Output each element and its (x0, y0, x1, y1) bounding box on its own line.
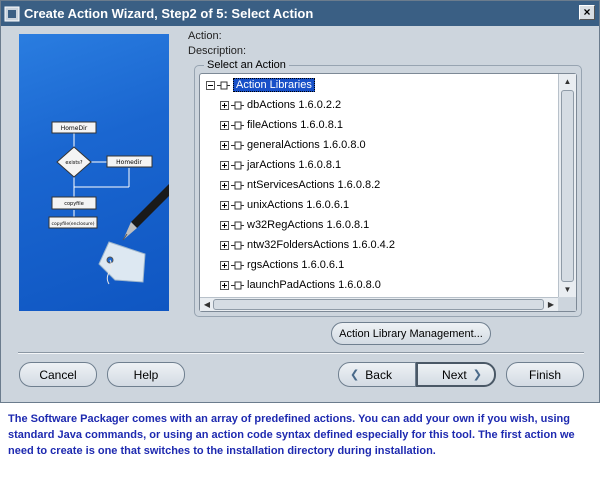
node-icon (231, 141, 244, 149)
expander-icon[interactable] (220, 100, 229, 110)
description-label: Description: (188, 45, 247, 57)
vertical-scroll-thumb[interactable] (561, 90, 574, 282)
flowchart-illustration: HomeDir exists? Homedir copyfile copyfil… (48, 121, 169, 285)
finish-button[interactable]: Finish (506, 362, 584, 387)
tree-item-label: rgsActions 1.6.0.6.1 (247, 259, 345, 271)
expander-icon[interactable] (220, 180, 229, 190)
tree-item-label: ntServicesActions 1.6.0.8.2 (247, 179, 381, 191)
next-button[interactable]: Next ❯ (416, 362, 496, 387)
node-icon (231, 241, 244, 249)
expander-icon[interactable] (206, 80, 215, 90)
window-title: Create Action Wizard, Step2 of 5: Select… (24, 6, 314, 21)
node-icon (231, 221, 244, 229)
wizard-dialog: Create Action Wizard, Step2 of 5: Select… (0, 0, 600, 403)
tree-item-label: jarActions 1.6.0.8.1 (247, 159, 342, 171)
node-icon (231, 121, 244, 129)
tree-item-label: ntw32FoldersActions 1.6.0.4.2 (247, 239, 395, 251)
horizontal-scroll-thumb[interactable] (213, 299, 544, 310)
flow-box-homedir-2: Homedir (116, 159, 142, 166)
tree-item[interactable]: w32RegActions 1.6.0.8.1 (220, 216, 369, 234)
expander-icon[interactable] (220, 120, 229, 130)
scroll-up-icon[interactable]: ▲ (560, 75, 575, 88)
flow-diamond: exists? (65, 160, 83, 166)
scroll-right-icon[interactable]: ▶ (545, 298, 557, 311)
back-label: Back (365, 367, 392, 382)
expander-icon[interactable] (220, 140, 229, 150)
tree-item[interactable]: launchPadActions 1.6.0.8.0 (220, 276, 381, 294)
node-icon (217, 81, 230, 89)
vertical-scrollbar[interactable]: ▲ ▼ (558, 74, 576, 297)
node-icon (231, 101, 244, 109)
tree-item-label: generalActions 1.6.0.8.0 (247, 139, 366, 151)
tree-item[interactable]: dbActions 1.6.0.2.2 (220, 96, 341, 114)
node-icon (231, 281, 244, 289)
chevron-left-icon: ❮ (350, 369, 360, 381)
node-icon (231, 201, 244, 209)
tree-item[interactable]: fileActions 1.6.0.8.1 (220, 116, 343, 134)
tree-item[interactable]: generalActions 1.6.0.8.0 (220, 136, 366, 154)
button-separator (18, 352, 584, 354)
node-icon (231, 261, 244, 269)
cancel-button[interactable]: Cancel (19, 362, 97, 387)
action-tree[interactable]: Action Libraries dbActions 1.6.0.2.2 file… (199, 73, 577, 312)
tree-root-label: Action Libraries (233, 78, 315, 92)
chevron-right-icon: ❯ (472, 369, 482, 381)
expander-icon[interactable] (220, 160, 229, 170)
tree-item[interactable]: rgsActions 1.6.0.6.1 (220, 256, 344, 274)
tree-item-label: w32RegActions 1.6.0.8.1 (247, 219, 370, 231)
caption-text: The Software Packager comes with an arra… (8, 413, 575, 457)
help-button[interactable]: Help (107, 362, 185, 387)
expander-icon[interactable] (220, 220, 229, 230)
tree-item-label: launchPadActions 1.6.0.8.0 (247, 279, 381, 291)
close-icon[interactable]: × (579, 5, 595, 20)
title-bar[interactable]: Create Action Wizard, Step2 of 5: Select… (1, 1, 599, 26)
tree-root[interactable]: Action Libraries (206, 76, 315, 94)
back-button[interactable]: ❮ Back (338, 362, 416, 387)
action-label: Action: (188, 30, 222, 42)
flow-box-copyfile: copyfile (64, 201, 84, 207)
wizard-illustration: HomeDir exists? Homedir copyfile copyfil… (19, 34, 169, 311)
expander-icon[interactable] (220, 240, 229, 250)
tree-item-label: fileActions 1.6.0.8.1 (247, 119, 344, 131)
tree-item[interactable]: unixActions 1.6.0.6.1 (220, 196, 349, 214)
scrollbar-corner (558, 297, 576, 311)
tree-item[interactable]: ntw32FoldersActions 1.6.0.4.2 (220, 236, 395, 254)
tree-item[interactable]: jarActions 1.6.0.8.1 (220, 156, 341, 174)
flow-box-homedir: HomeDir (61, 125, 88, 132)
tree-item-label: unixActions 1.6.0.6.1 (247, 199, 350, 211)
horizontal-scrollbar[interactable]: ◀ ▶ (200, 297, 558, 311)
node-icon (231, 181, 244, 189)
flow-box-copyfile-enclosure: copyfile(enclosure) (52, 221, 95, 227)
expander-icon[interactable] (220, 260, 229, 270)
node-icon (231, 161, 244, 169)
scroll-down-icon[interactable]: ▼ (560, 283, 575, 296)
action-library-management-button[interactable]: Action Library Management... (331, 322, 491, 345)
app-icon (4, 6, 20, 21)
group-title: Select an Action (204, 59, 289, 71)
expander-icon[interactable] (220, 200, 229, 210)
expander-icon[interactable] (220, 280, 229, 290)
scroll-left-icon[interactable]: ◀ (201, 298, 213, 311)
tree-item-label: dbActions 1.6.0.2.2 (247, 99, 342, 111)
next-label: Next (442, 367, 467, 382)
tree-item[interactable]: ntServicesActions 1.6.0.8.2 (220, 176, 380, 194)
